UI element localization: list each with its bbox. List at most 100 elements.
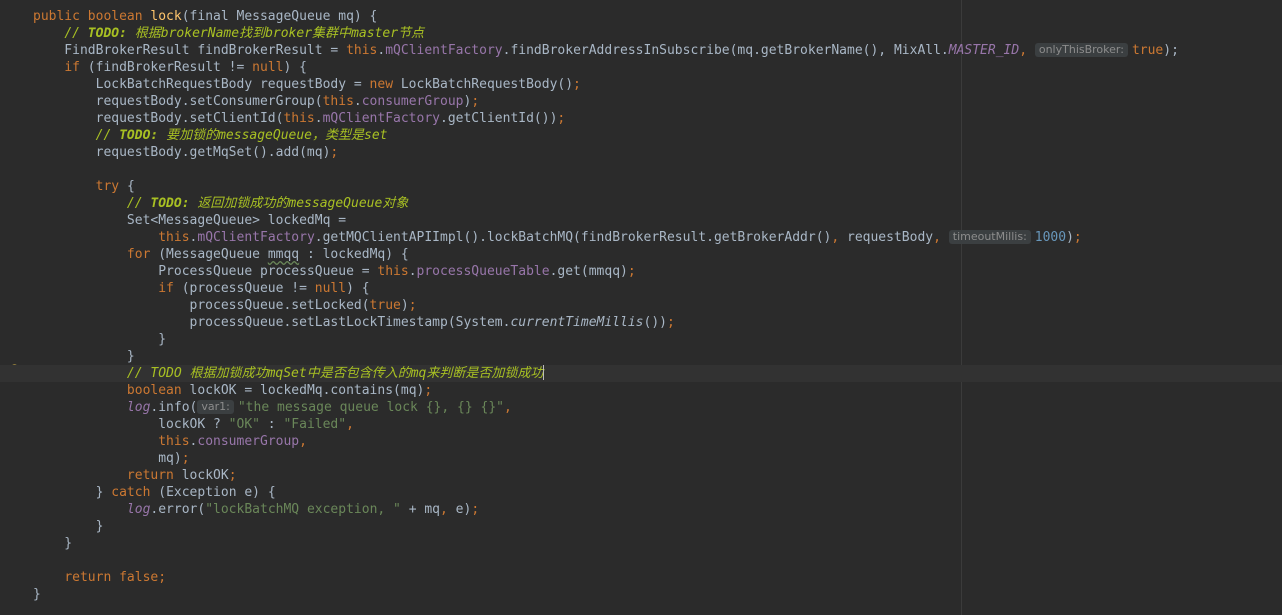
code-line[interactable]: requestBody.setClientId(this.mQClientFac…	[33, 110, 1282, 127]
code-token: ;	[1073, 230, 1082, 245]
code-line[interactable]: return lockOK;	[33, 467, 1282, 484]
code-line[interactable]: log.info(var1: "the message queue lock {}…	[33, 399, 1282, 416]
code-token: {	[126, 179, 135, 194]
code-token: lockOK ?	[33, 417, 229, 432]
code-text-area[interactable]: public boolean lock(final MessageQueue m…	[0, 8, 1282, 603]
code-line[interactable]: public boolean lock(final MessageQueue m…	[33, 8, 1282, 25]
code-token: this	[158, 434, 190, 449]
code-token: ,	[503, 400, 512, 415]
code-line[interactable]: FindBrokerResult findBrokerResult = this…	[33, 42, 1282, 59]
code-line[interactable]: }	[33, 348, 1282, 365]
code-token: ;	[424, 383, 433, 398]
code-token: ;	[573, 77, 581, 92]
code-line[interactable]: Set<MessageQueue> lockedMq =	[33, 212, 1282, 229]
code-line[interactable]: }	[33, 535, 1282, 552]
code-token: ;	[557, 111, 566, 126]
code-token: broker	[265, 26, 313, 41]
code-line[interactable]	[33, 552, 1282, 569]
code-line[interactable]: mq);	[33, 450, 1282, 467]
code-token: ，类型是	[312, 128, 365, 143]
code-token: MASTER_ID	[948, 43, 1020, 58]
code-token: true	[369, 298, 401, 313]
code-token: null	[252, 60, 284, 75]
code-line[interactable]: } catch (Exception e) {	[33, 484, 1282, 501]
code-line[interactable]: if (findBrokerResult != null) {	[33, 59, 1282, 76]
code-line[interactable]: lockOK ? "OK" : "Failed",	[33, 416, 1282, 433]
code-token: mQClientFactory	[385, 43, 503, 58]
code-token: requestBody.setClientId(	[33, 111, 284, 126]
code-line[interactable]: requestBody.setConsumerGroup(this.consum…	[33, 93, 1282, 110]
code-line[interactable]: // TODO: 要加锁的messageQueue，类型是set	[33, 127, 1282, 144]
code-line[interactable]: requestBody.getMqSet().add(mq);	[33, 144, 1282, 161]
code-token: log	[126, 502, 151, 517]
code-token: mmqq	[267, 247, 300, 262]
code-token: 集群中	[312, 26, 352, 41]
code-token: null	[314, 281, 347, 296]
code-token: LockBatchRequestBody requestBody =	[33, 77, 370, 92]
code-token: ,	[1019, 43, 1035, 58]
code-token: ,	[933, 230, 949, 245]
code-token: this	[346, 43, 378, 58]
code-token: requestBody.getMqSet().add(mq)	[33, 145, 331, 160]
code-token: (final MessageQueue mq) {	[181, 9, 378, 24]
code-line[interactable]: this.mQClientFactory.getMQClientAPIImpl(…	[33, 229, 1282, 246]
code-token: processQueueTable	[416, 264, 550, 279]
code-line[interactable]: processQueue.setLocked(true);	[33, 297, 1282, 314]
code-line[interactable]: processQueue.setLastLockTimestamp(System…	[33, 314, 1282, 331]
code-token: if	[158, 281, 182, 296]
code-line[interactable]: this.consumerGroup,	[33, 433, 1282, 450]
code-token: consumerGroup	[197, 434, 300, 449]
code-token: this	[377, 264, 409, 279]
code-editor[interactable]: public boolean lock(final MessageQueue m…	[0, 0, 1282, 615]
code-line[interactable]: if (processQueue != null) {	[33, 280, 1282, 297]
code-token: )	[400, 298, 409, 313]
code-token: }	[33, 536, 73, 551]
code-token: catch	[111, 485, 159, 500]
parameter-hint: var1:	[197, 400, 234, 414]
code-token: brokerName	[160, 26, 240, 41]
code-token: ;	[471, 94, 480, 109]
code-line[interactable]: LockBatchRequestBody requestBody = new L…	[33, 76, 1282, 93]
parameter-hint: timeoutMillis:	[948, 230, 1031, 244]
code-line[interactable]: }	[33, 586, 1282, 603]
code-token: ProcessQueue processQueue =	[33, 264, 378, 279]
code-token: TODO:	[87, 26, 135, 41]
code-token: new	[369, 77, 401, 92]
code-token: this	[322, 94, 354, 109]
code-token: .get(mmqq)	[549, 264, 628, 279]
code-token: messageQueue	[288, 196, 383, 211]
code-line[interactable]: log.error("lockBatchMQ exception, " + mq…	[33, 501, 1282, 518]
code-token: ) {	[283, 60, 307, 75]
code-line[interactable]: ProcessQueue processQueue = this.process…	[33, 263, 1282, 280]
code-token: (Exception e) {	[158, 485, 276, 500]
code-line[interactable]: }	[33, 518, 1282, 535]
code-line[interactable]: }	[33, 331, 1282, 348]
code-token: TODO:	[150, 196, 198, 211]
code-line[interactable]: // TODO: 返回加锁成功的messageQueue对象	[33, 195, 1282, 212]
code-token: 根据	[134, 26, 161, 41]
code-token: "OK"	[228, 417, 260, 432]
code-line[interactable]: // TODO 根据加锁成功mqSet中是否包含传入的mq来判断是否加锁成功	[0, 365, 1282, 382]
code-line[interactable]: return false;	[33, 569, 1282, 586]
code-line[interactable]: try {	[33, 178, 1282, 195]
code-line[interactable]: // TODO: 根据brokerName找到broker集群中master节点	[33, 25, 1282, 42]
code-token: (processQueue !=	[181, 281, 315, 296]
code-token: true	[1131, 43, 1164, 58]
code-line[interactable]	[33, 161, 1282, 178]
code-token: ())	[643, 315, 667, 330]
code-token: processQueue.setLocked(	[33, 298, 370, 313]
code-token: }	[33, 485, 112, 500]
code-line[interactable]: for (MessageQueue mmqq : lockedMq) {	[33, 246, 1282, 263]
code-token: 要加锁的	[166, 128, 219, 143]
code-token: requestBody.setConsumerGroup(	[33, 94, 323, 109]
code-token: .getClientId())	[440, 111, 558, 126]
code-token: mq)	[33, 451, 182, 466]
code-line[interactable]: boolean lockOK = lockedMq.contains(mq);	[33, 382, 1282, 399]
code-token: 找到	[239, 26, 266, 41]
code-token: return	[126, 468, 182, 483]
